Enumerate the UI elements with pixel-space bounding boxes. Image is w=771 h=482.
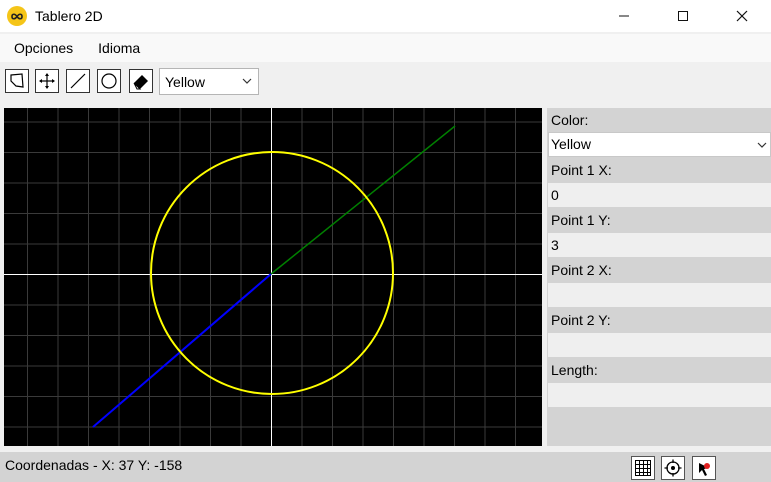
eraser-tool-button[interactable] [129,69,153,93]
toolbar: Yellow [0,64,771,100]
menu-opciones[interactable]: Opciones [0,34,84,62]
minimize-icon [618,15,629,17]
center-view-button[interactable] [661,456,685,480]
title-bar: Tablero 2D [0,0,771,32]
circle-tool-button[interactable] [97,69,121,93]
point2x-field[interactable] [548,283,771,307]
pointer-icon [699,463,710,476]
move-tool-button[interactable] [35,69,59,93]
point1y-field[interactable]: 3 [548,233,771,257]
properties-panel: Color: Yellow Point 1 X: 0 Point 1 Y: 3 … [547,108,771,446]
color-select-value: Yellow [551,136,591,152]
color-select[interactable]: Yellow [548,132,771,157]
point1x-field[interactable]: 0 [548,183,771,207]
minimize-button[interactable] [594,0,653,32]
maximize-icon [677,11,688,21]
crosshair-icon [664,459,682,477]
close-icon [736,10,747,22]
polygon-tool-button[interactable] [5,69,29,93]
line-tool-button[interactable] [66,69,90,93]
eraser-icon [133,75,148,90]
length-field[interactable] [548,383,771,407]
point2x-label: Point 2 X: [547,258,771,282]
color-label: Color: [547,108,771,132]
coordinates-readout: Coordenadas - X: 37 Y: -158 [5,457,183,473]
drawing-canvas[interactable] [4,108,542,446]
pointer-tool-button[interactable] [692,456,716,480]
length-label: Length: [547,358,771,382]
point2y-label: Point 2 Y: [547,308,771,332]
polygon-icon [10,73,24,88]
close-button[interactable] [712,0,771,32]
blue-line-segment [92,273,272,428]
move-icon [39,73,55,89]
chevron-down-icon [242,78,252,84]
app-icon [7,6,27,26]
grid-toggle-button[interactable] [631,456,655,480]
chevron-down-icon [757,142,767,148]
toolbar-color-value: Yellow [165,73,205,90]
line-icon [70,73,86,89]
circle-icon [101,73,117,89]
point1y-label: Point 1 Y: [547,208,771,232]
grid [4,108,542,446]
point2y-field[interactable] [548,333,771,357]
maximize-button[interactable] [653,0,712,32]
grid-icon [635,460,651,476]
menu-idioma[interactable]: Idioma [84,34,151,62]
point1x-label: Point 1 X: [547,158,771,182]
toolbar-color-select[interactable]: Yellow [159,68,259,95]
menu-bar: Opciones Idioma [0,34,771,62]
status-bar: Coordenadas - X: 37 Y: -158 [0,452,771,482]
canvas-svg [4,108,542,446]
window-title: Tablero 2D [35,8,103,24]
